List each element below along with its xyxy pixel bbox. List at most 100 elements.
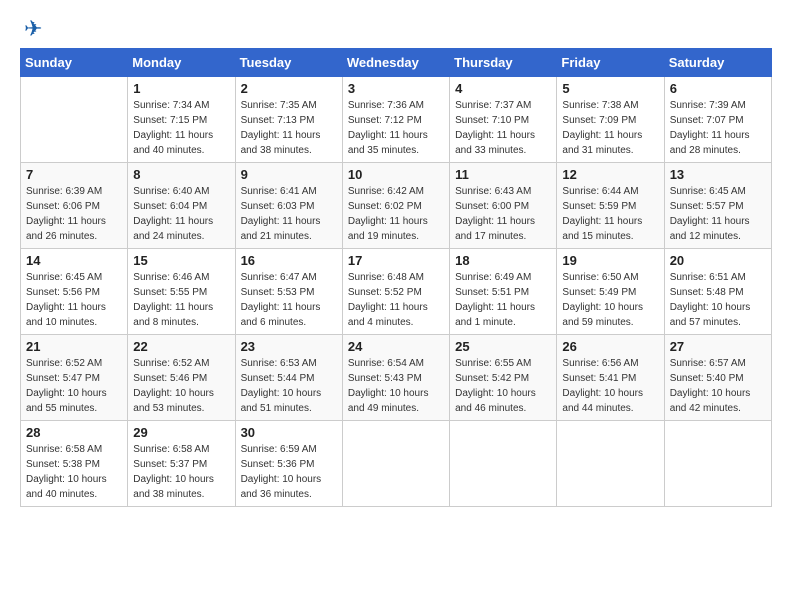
day-number: 17 — [348, 253, 444, 268]
day-number: 15 — [133, 253, 229, 268]
day-detail: Sunrise: 6:53 AMSunset: 5:44 PMDaylight:… — [241, 356, 337, 416]
day-detail: Sunrise: 6:55 AMSunset: 5:42 PMDaylight:… — [455, 356, 551, 416]
header-day-wednesday: Wednesday — [342, 49, 449, 77]
day-number: 9 — [241, 167, 337, 182]
day-number: 12 — [562, 167, 658, 182]
day-detail: Sunrise: 6:41 AMSunset: 6:03 PMDaylight:… — [241, 184, 337, 244]
calendar-cell — [450, 421, 557, 507]
day-number: 22 — [133, 339, 229, 354]
day-detail: Sunrise: 6:42 AMSunset: 6:02 PMDaylight:… — [348, 184, 444, 244]
calendar-cell — [557, 421, 664, 507]
day-detail: Sunrise: 6:45 AMSunset: 5:57 PMDaylight:… — [670, 184, 766, 244]
day-number: 21 — [26, 339, 122, 354]
header-day-saturday: Saturday — [664, 49, 771, 77]
day-detail: Sunrise: 6:39 AMSunset: 6:06 PMDaylight:… — [26, 184, 122, 244]
calendar-cell: 25 Sunrise: 6:55 AMSunset: 5:42 PMDayligh… — [450, 335, 557, 421]
calendar-cell: 16 Sunrise: 6:47 AMSunset: 5:53 PMDayligh… — [235, 249, 342, 335]
week-row-3: 14 Sunrise: 6:45 AMSunset: 5:56 PMDayligh… — [21, 249, 772, 335]
day-detail: Sunrise: 6:47 AMSunset: 5:53 PMDaylight:… — [241, 270, 337, 330]
calendar-cell: 23Sunrise: 6:53 AMSunset: 5:44 PMDayligh… — [235, 335, 342, 421]
day-detail: Sunrise: 7:38 AMSunset: 7:09 PMDaylight:… — [562, 98, 658, 158]
day-detail: Sunrise: 7:34 AMSunset: 7:15 PMDaylight:… — [133, 98, 229, 158]
day-number: 25 — [455, 339, 551, 354]
calendar-cell — [21, 77, 128, 163]
calendar-cell — [664, 421, 771, 507]
day-number: 11 — [455, 167, 551, 182]
day-detail: Sunrise: 7:35 AMSunset: 7:13 PMDaylight:… — [241, 98, 337, 158]
day-detail: Sunrise: 6:49 AMSunset: 5:51 PMDaylight:… — [455, 270, 551, 330]
calendar-cell: 30Sunrise: 6:59 AMSunset: 5:36 PMDayligh… — [235, 421, 342, 507]
day-detail: Sunrise: 6:51 AMSunset: 5:48 PMDaylight:… — [670, 270, 766, 330]
calendar-cell: 10 Sunrise: 6:42 AMSunset: 6:02 PMDayligh… — [342, 163, 449, 249]
day-number: 1 — [133, 81, 229, 96]
day-detail: Sunrise: 7:39 AMSunset: 7:07 PMDaylight:… — [670, 98, 766, 158]
calendar-cell: 28 Sunrise: 6:58 AMSunset: 5:38 PMDayligh… — [21, 421, 128, 507]
calendar-cell: 22Sunrise: 6:52 AMSunset: 5:46 PMDayligh… — [128, 335, 235, 421]
day-detail: Sunrise: 6:54 AMSunset: 5:43 PMDaylight:… — [348, 356, 444, 416]
day-number: 18 — [455, 253, 551, 268]
calendar-cell: 6 Sunrise: 7:39 AMSunset: 7:07 PMDaylight… — [664, 77, 771, 163]
header-row: SundayMondayTuesdayWednesdayThursdayFrid… — [21, 49, 772, 77]
day-number: 28 — [26, 425, 122, 440]
day-number: 8 — [133, 167, 229, 182]
day-detail: Sunrise: 6:48 AMSunset: 5:52 PMDaylight:… — [348, 270, 444, 330]
day-number: 20 — [670, 253, 766, 268]
day-detail: Sunrise: 6:52 AMSunset: 5:47 PMDaylight:… — [26, 356, 122, 416]
calendar-cell: 12 Sunrise: 6:44 AMSunset: 5:59 PMDayligh… — [557, 163, 664, 249]
week-row-1: 1 Sunrise: 7:34 AMSunset: 7:15 PMDaylight… — [21, 77, 772, 163]
calendar-cell: 18 Sunrise: 6:49 AMSunset: 5:51 PMDayligh… — [450, 249, 557, 335]
calendar-cell: 3Sunrise: 7:36 AMSunset: 7:12 PMDaylight… — [342, 77, 449, 163]
day-detail: Sunrise: 6:45 AMSunset: 5:56 PMDaylight:… — [26, 270, 122, 330]
day-number: 5 — [562, 81, 658, 96]
calendar-cell: 27 Sunrise: 6:57 AMSunset: 5:40 PMDayligh… — [664, 335, 771, 421]
day-number: 3 — [348, 81, 444, 96]
day-number: 16 — [241, 253, 337, 268]
header-day-sunday: Sunday — [21, 49, 128, 77]
day-detail: Sunrise: 6:58 AMSunset: 5:38 PMDaylight:… — [26, 442, 122, 502]
calendar-cell: 11 Sunrise: 6:43 AMSunset: 6:00 PMDayligh… — [450, 163, 557, 249]
logo: ✈ — [20, 16, 42, 42]
header-day-thursday: Thursday — [450, 49, 557, 77]
day-number: 13 — [670, 167, 766, 182]
day-number: 19 — [562, 253, 658, 268]
header-day-tuesday: Tuesday — [235, 49, 342, 77]
day-detail: Sunrise: 6:57 AMSunset: 5:40 PMDaylight:… — [670, 356, 766, 416]
calendar-cell: 5 Sunrise: 7:38 AMSunset: 7:09 PMDaylight… — [557, 77, 664, 163]
calendar-cell: 15 Sunrise: 6:46 AMSunset: 5:55 PMDayligh… — [128, 249, 235, 335]
calendar-cell: 7 Sunrise: 6:39 AMSunset: 6:06 PMDaylight… — [21, 163, 128, 249]
day-detail: Sunrise: 6:46 AMSunset: 5:55 PMDaylight:… — [133, 270, 229, 330]
day-number: 7 — [26, 167, 122, 182]
calendar-cell: 8 Sunrise: 6:40 AMSunset: 6:04 PMDaylight… — [128, 163, 235, 249]
calendar-cell: 9 Sunrise: 6:41 AMSunset: 6:03 PMDaylight… — [235, 163, 342, 249]
day-detail: Sunrise: 6:44 AMSunset: 5:59 PMDaylight:… — [562, 184, 658, 244]
day-detail: Sunrise: 6:56 AMSunset: 5:41 PMDaylight:… — [562, 356, 658, 416]
calendar-cell: 4 Sunrise: 7:37 AMSunset: 7:10 PMDaylight… — [450, 77, 557, 163]
day-number: 14 — [26, 253, 122, 268]
calendar-cell: 14 Sunrise: 6:45 AMSunset: 5:56 PMDayligh… — [21, 249, 128, 335]
week-row-4: 21 Sunrise: 6:52 AMSunset: 5:47 PMDayligh… — [21, 335, 772, 421]
day-number: 2 — [241, 81, 337, 96]
calendar-cell: 21 Sunrise: 6:52 AMSunset: 5:47 PMDayligh… — [21, 335, 128, 421]
day-number: 4 — [455, 81, 551, 96]
calendar-cell: 20 Sunrise: 6:51 AMSunset: 5:48 PMDayligh… — [664, 249, 771, 335]
header-day-friday: Friday — [557, 49, 664, 77]
calendar-cell: 2 Sunrise: 7:35 AMSunset: 7:13 PMDaylight… — [235, 77, 342, 163]
calendar-cell: 24Sunrise: 6:54 AMSunset: 5:43 PMDayligh… — [342, 335, 449, 421]
day-number: 10 — [348, 167, 444, 182]
logo-bird-icon: ✈ — [24, 16, 42, 42]
day-number: 29 — [133, 425, 229, 440]
day-detail: Sunrise: 6:40 AMSunset: 6:04 PMDaylight:… — [133, 184, 229, 244]
day-number: 27 — [670, 339, 766, 354]
day-detail: Sunrise: 6:58 AMSunset: 5:37 PMDaylight:… — [133, 442, 229, 502]
day-detail: Sunrise: 6:59 AMSunset: 5:36 PMDaylight:… — [241, 442, 337, 502]
header-day-monday: Monday — [128, 49, 235, 77]
calendar-cell: 17 Sunrise: 6:48 AMSunset: 5:52 PMDayligh… — [342, 249, 449, 335]
day-detail: Sunrise: 6:43 AMSunset: 6:00 PMDaylight:… — [455, 184, 551, 244]
day-detail: Sunrise: 7:37 AMSunset: 7:10 PMDaylight:… — [455, 98, 551, 158]
calendar-cell: 29 Sunrise: 6:58 AMSunset: 5:37 PMDayligh… — [128, 421, 235, 507]
calendar-cell: 1 Sunrise: 7:34 AMSunset: 7:15 PMDaylight… — [128, 77, 235, 163]
day-number: 26 — [562, 339, 658, 354]
calendar-cell: 13 Sunrise: 6:45 AMSunset: 5:57 PMDayligh… — [664, 163, 771, 249]
day-number: 6 — [670, 81, 766, 96]
calendar-table: SundayMondayTuesdayWednesdayThursdayFrid… — [20, 48, 772, 507]
